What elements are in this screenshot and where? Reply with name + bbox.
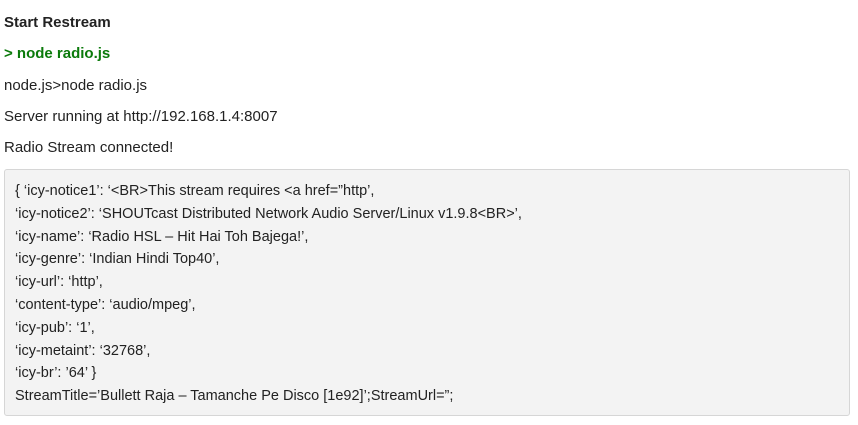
code-line: ‘icy-notice2’: ‘SHOUTcast Distributed Ne…: [15, 205, 522, 222]
command-line: > node radio.js: [4, 45, 111, 62]
code-block: { ‘icy-notice1’: ‘<BR>This stream requir…: [4, 169, 850, 416]
output-line: Server running at http://192.168.1.4:800…: [4, 108, 278, 125]
output-line: node.js>node radio.js: [4, 77, 148, 94]
code-line: ‘icy-pub’: ‘1’,: [15, 319, 95, 336]
code-line: StreamTitle=’Bullett Raja – Tamanche Pe …: [15, 388, 454, 405]
code-line: ‘icy-br’: ’64’ }: [15, 365, 97, 382]
article-content: Start Restream > node radio.js node.js>n…: [0, 0, 858, 425]
section-heading: Start Restream: [4, 14, 111, 31]
code-line: ‘icy-name’: ‘Radio HSL – Hit Hai Toh Baj…: [15, 228, 309, 245]
output-line: Radio Stream connected!: [4, 139, 174, 156]
code-line: ‘icy-genre’: ‘Indian Hindi Top40’,: [15, 251, 220, 268]
code-line: ‘content-type’: ‘audio/mpeg’,: [15, 296, 196, 313]
code-line: ‘icy-metaint’: ‘32768’,: [15, 342, 151, 359]
code-line: { ‘icy-notice1’: ‘<BR>This stream requir…: [15, 183, 375, 199]
code-line: ‘icy-url’: ‘http’,: [15, 274, 103, 291]
